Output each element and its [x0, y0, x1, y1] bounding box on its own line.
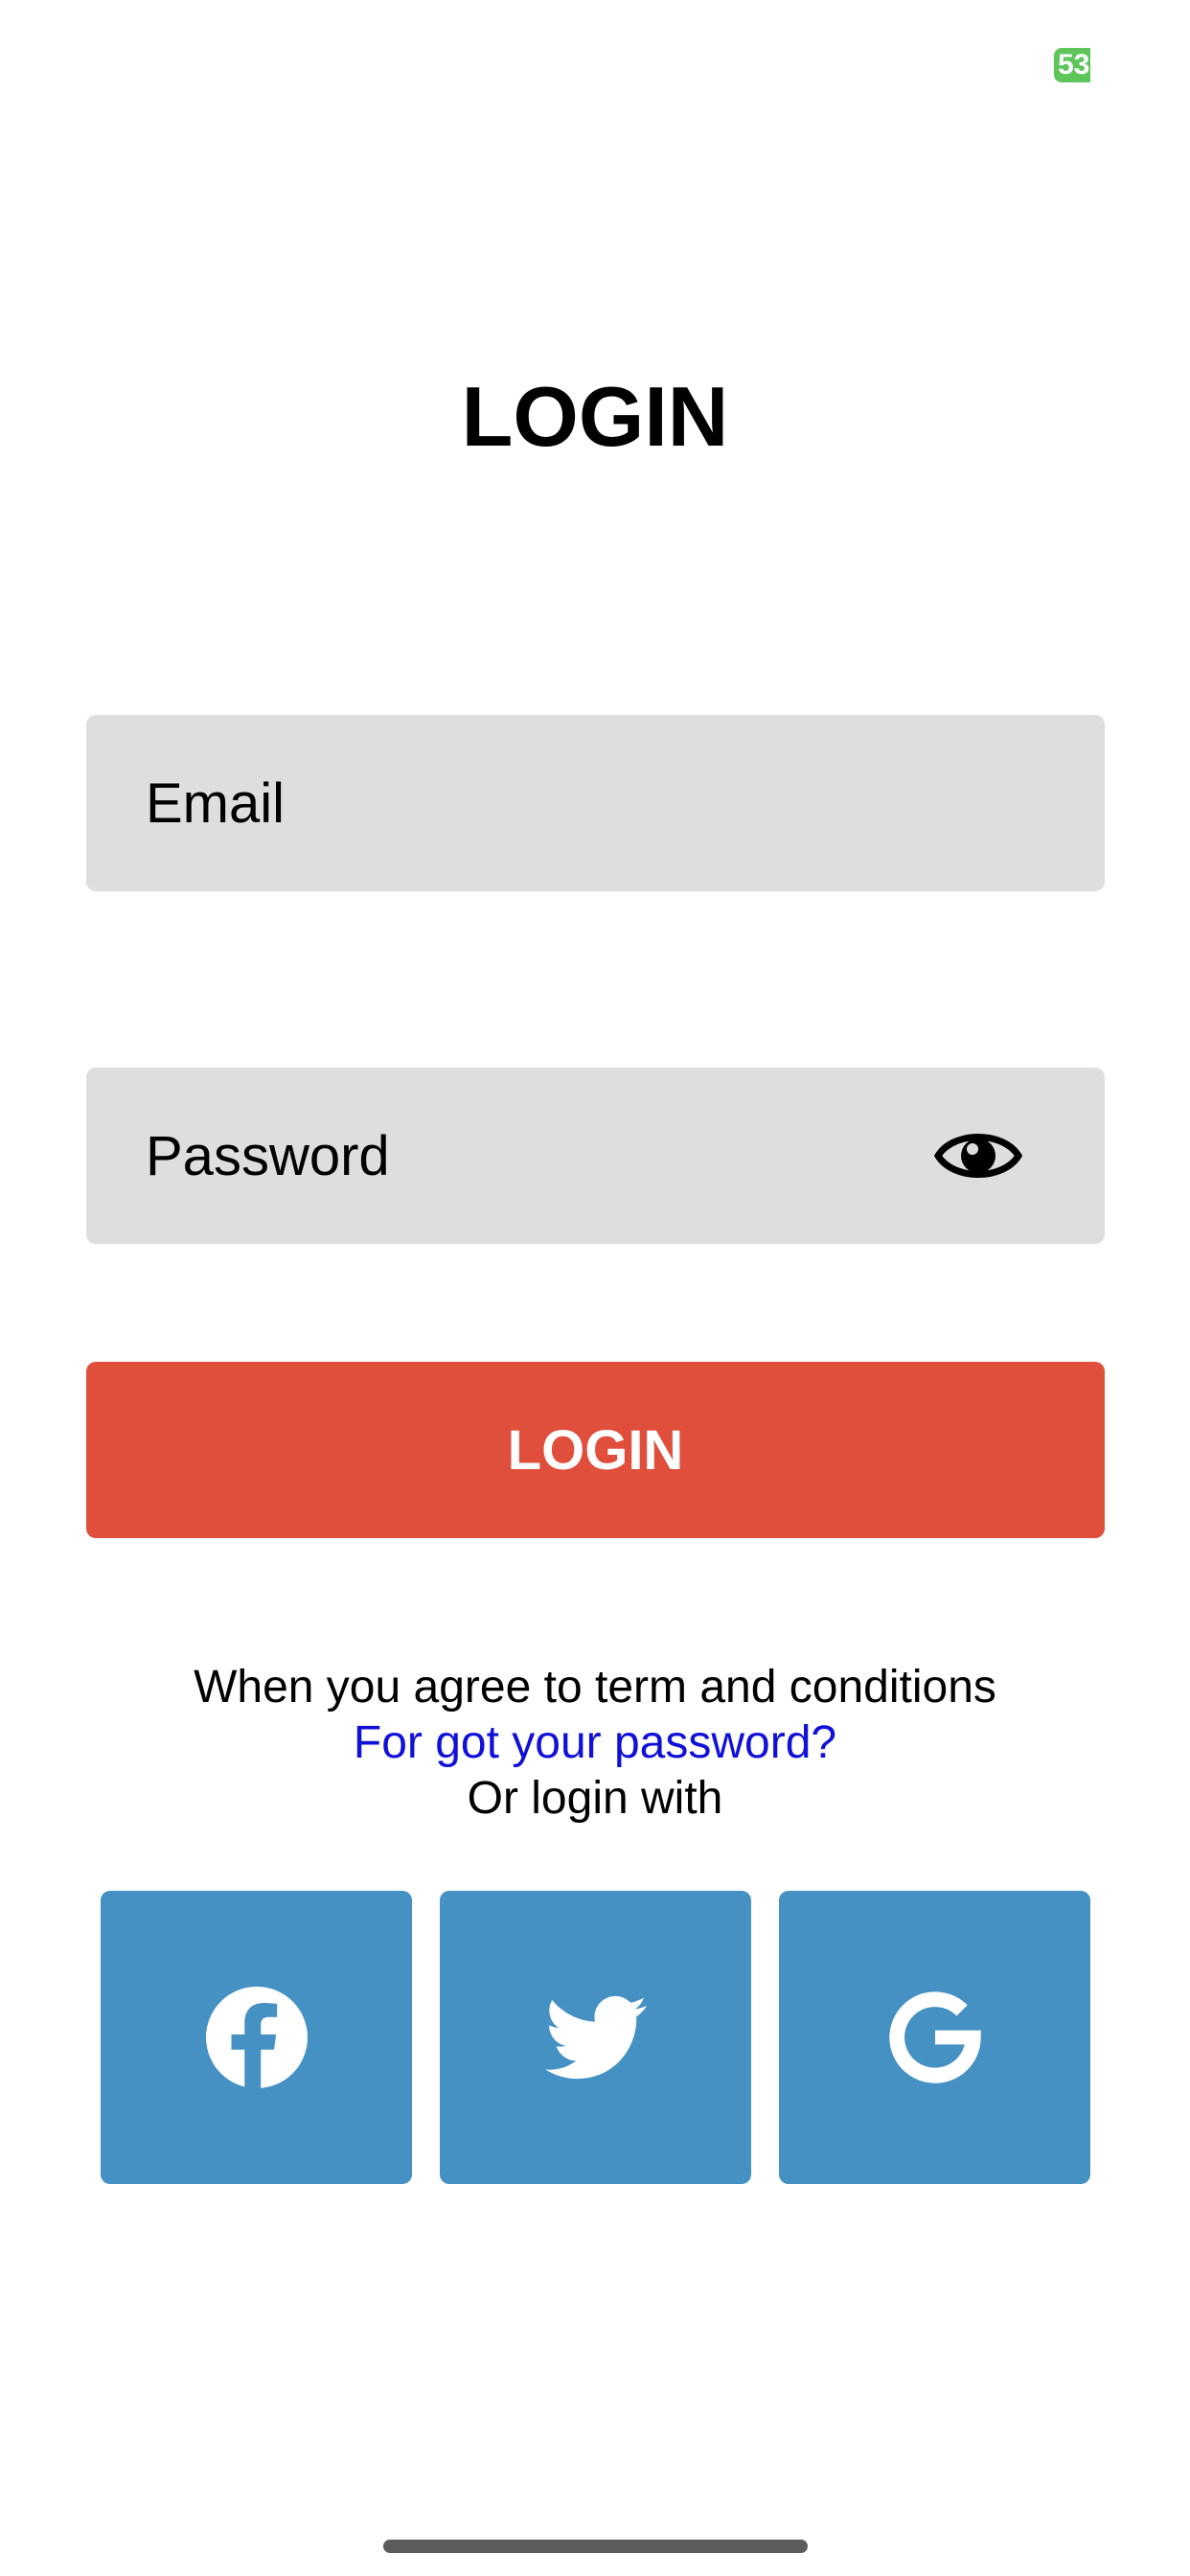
eye-icon[interactable]	[934, 1123, 1022, 1188]
twitter-icon	[545, 1995, 647, 2080]
battery-indicator: 53	[1054, 48, 1090, 82]
password-field[interactable]	[146, 1068, 931, 1244]
password-field-container[interactable]	[86, 1068, 1105, 1244]
facebook-icon	[206, 1987, 308, 2088]
home-indicator[interactable]	[383, 2540, 808, 2553]
facebook-login-button[interactable]	[101, 1891, 412, 2184]
login-with-text: Or login with	[467, 1773, 723, 1824]
forgot-password-link[interactable]: For got your password?	[0, 1715, 1190, 1771]
email-field[interactable]	[146, 715, 931, 891]
page-title: LOGIN	[461, 369, 729, 464]
email-field-container[interactable]	[86, 715, 1105, 891]
login-button[interactable]: LOGIN	[86, 1362, 1105, 1538]
google-login-button[interactable]	[779, 1891, 1090, 2184]
google-icon	[889, 1991, 981, 2083]
twitter-login-button[interactable]	[440, 1891, 751, 2184]
terms-text: When you agree to term and conditions	[194, 1662, 996, 1713]
